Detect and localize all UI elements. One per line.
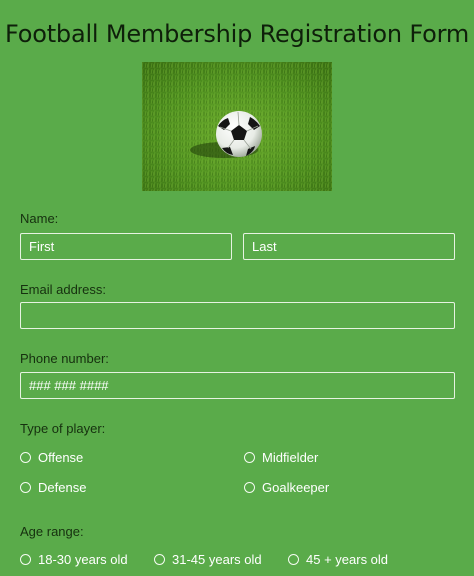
age-18-30-radio[interactable] [20,554,31,565]
page-title: Football Membership Registration Form [4,20,469,48]
player-type-option-midfielder[interactable]: Midfielder [244,450,318,465]
name-label: Name: [20,211,59,226]
midfielder-radio[interactable] [244,452,255,463]
age-option-31-45[interactable]: 31-45 years old [154,552,262,567]
age-31-45-radio[interactable] [154,554,165,565]
option-label: Midfielder [262,450,319,465]
offense-radio[interactable] [20,452,31,463]
email-input[interactable] [20,302,455,329]
player-type-option-offense[interactable]: Offense [20,450,83,465]
goalkeeper-radio[interactable] [244,482,255,493]
player-type-option-goalkeeper[interactable]: Goalkeeper [244,480,329,495]
option-label: Defense [38,480,87,495]
age-option-45-plus[interactable]: 45 + years old [288,552,388,567]
phone-input[interactable] [20,372,455,399]
last-name-input[interactable] [243,233,455,260]
age-45-plus-radio[interactable] [288,554,299,565]
age-option-18-30[interactable]: 18-30 years old [20,552,128,567]
player-type-option-defense[interactable]: Defense [20,480,86,495]
football-image [142,62,332,191]
option-label: 18-30 years old [38,552,128,567]
defense-radio[interactable] [20,482,31,493]
first-name-input[interactable] [20,233,232,260]
phone-label: Phone number: [20,351,109,366]
player-type-label: Type of player: [20,421,106,436]
age-range-label: Age range: [20,524,84,539]
option-label: 45 + years old [306,552,389,567]
email-label: Email address: [20,282,106,297]
option-label: Goalkeeper [262,480,330,495]
option-label: 31-45 years old [172,552,262,567]
option-label: Offense [38,450,84,465]
